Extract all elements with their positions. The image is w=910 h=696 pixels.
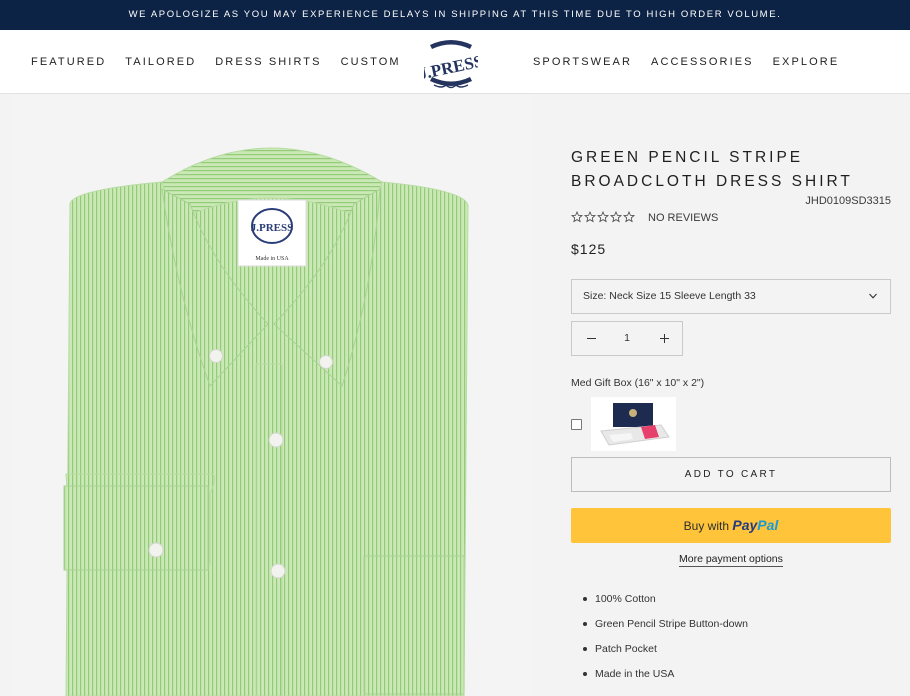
star-icon (584, 211, 596, 223)
quantity-increase-button[interactable] (646, 322, 682, 355)
nav-item-featured[interactable]: FEATURED (31, 56, 106, 68)
paypal-logo-pal: Pal (757, 517, 779, 533)
size-select-value: Size: Neck Size 15 Sleeve Length 33 (583, 290, 756, 302)
rating-stars[interactable] (571, 211, 635, 223)
nav-item-accessories[interactable]: ACCESSORIES (651, 56, 754, 68)
paypal-logo-pay: Pay (732, 517, 758, 533)
chevron-down-icon (869, 293, 877, 299)
quantity-decrease-button[interactable] (572, 322, 608, 355)
gift-box-label: Med Gift Box (16" x 10" x 2") (571, 377, 705, 389)
feature-list: 100% Cotton Green Pencil Stripe Button-d… (583, 593, 748, 693)
label-brand: J.PRESS (251, 222, 294, 234)
nav-item-sportswear[interactable]: SPORTSWEAR (533, 56, 632, 68)
site-header: FEATURED TAILORED DRESS SHIRTS CUSTOM J.… (0, 30, 910, 94)
nav-left: FEATURED TAILORED DRESS SHIRTS CUSTOM (31, 56, 401, 68)
star-icon (610, 211, 622, 223)
star-icon (571, 211, 583, 223)
label-made-in: Made in USA (255, 256, 289, 262)
list-item: Patch Pocket (583, 643, 748, 668)
more-payment-options-link[interactable]: More payment options (679, 553, 783, 567)
nav-item-dress-shirts[interactable]: DRESS SHIRTS (215, 56, 321, 68)
nav-right: SPORTSWEAR ACCESSORIES EXPLORE (533, 56, 839, 68)
size-select[interactable]: Size: Neck Size 15 Sleeve Length 33 (571, 279, 891, 314)
gift-box-image (591, 397, 676, 451)
add-to-cart-button[interactable]: ADD TO CART (571, 457, 891, 492)
paypal-button[interactable]: Buy with PayPal (571, 508, 891, 543)
quantity-stepper: 1 (571, 321, 683, 356)
product-title: GREEN PENCIL STRIPE BROADCLOTH DRESS SHI… (571, 149, 853, 190)
shirt-illustration: J.PRESS Made in USA (12, 94, 531, 696)
announcement-bar: WE APOLOGIZE AS YOU MAY EXPERIENCE DELAY… (0, 0, 910, 30)
star-icon (597, 211, 609, 223)
nav-item-explore[interactable]: EXPLORE (773, 56, 840, 68)
list-item: Made in the USA (583, 668, 748, 693)
product-details: GREEN PENCIL STRIPE BROADCLOTH DRESS SHI… (531, 94, 910, 696)
product-sku: JHD0109SD3315 (805, 195, 891, 207)
product-image[interactable]: J.PRESS Made in USA (12, 94, 531, 696)
product-price: $125 (571, 241, 607, 257)
paypal-prefix: Buy with (683, 519, 730, 533)
list-item: Green Pencil Stripe Button-down (583, 618, 748, 643)
nav-item-tailored[interactable]: TAILORED (125, 56, 196, 68)
list-item: 100% Cotton (583, 593, 748, 618)
reviews-link[interactable]: NO REVIEWS (648, 212, 718, 224)
quantity-value[interactable]: 1 (608, 322, 646, 355)
nav-item-custom[interactable]: CUSTOM (341, 56, 401, 68)
gift-box-checkbox[interactable] (571, 419, 582, 430)
star-icon (623, 211, 635, 223)
jpress-logo[interactable]: J.PRESS (424, 35, 478, 91)
